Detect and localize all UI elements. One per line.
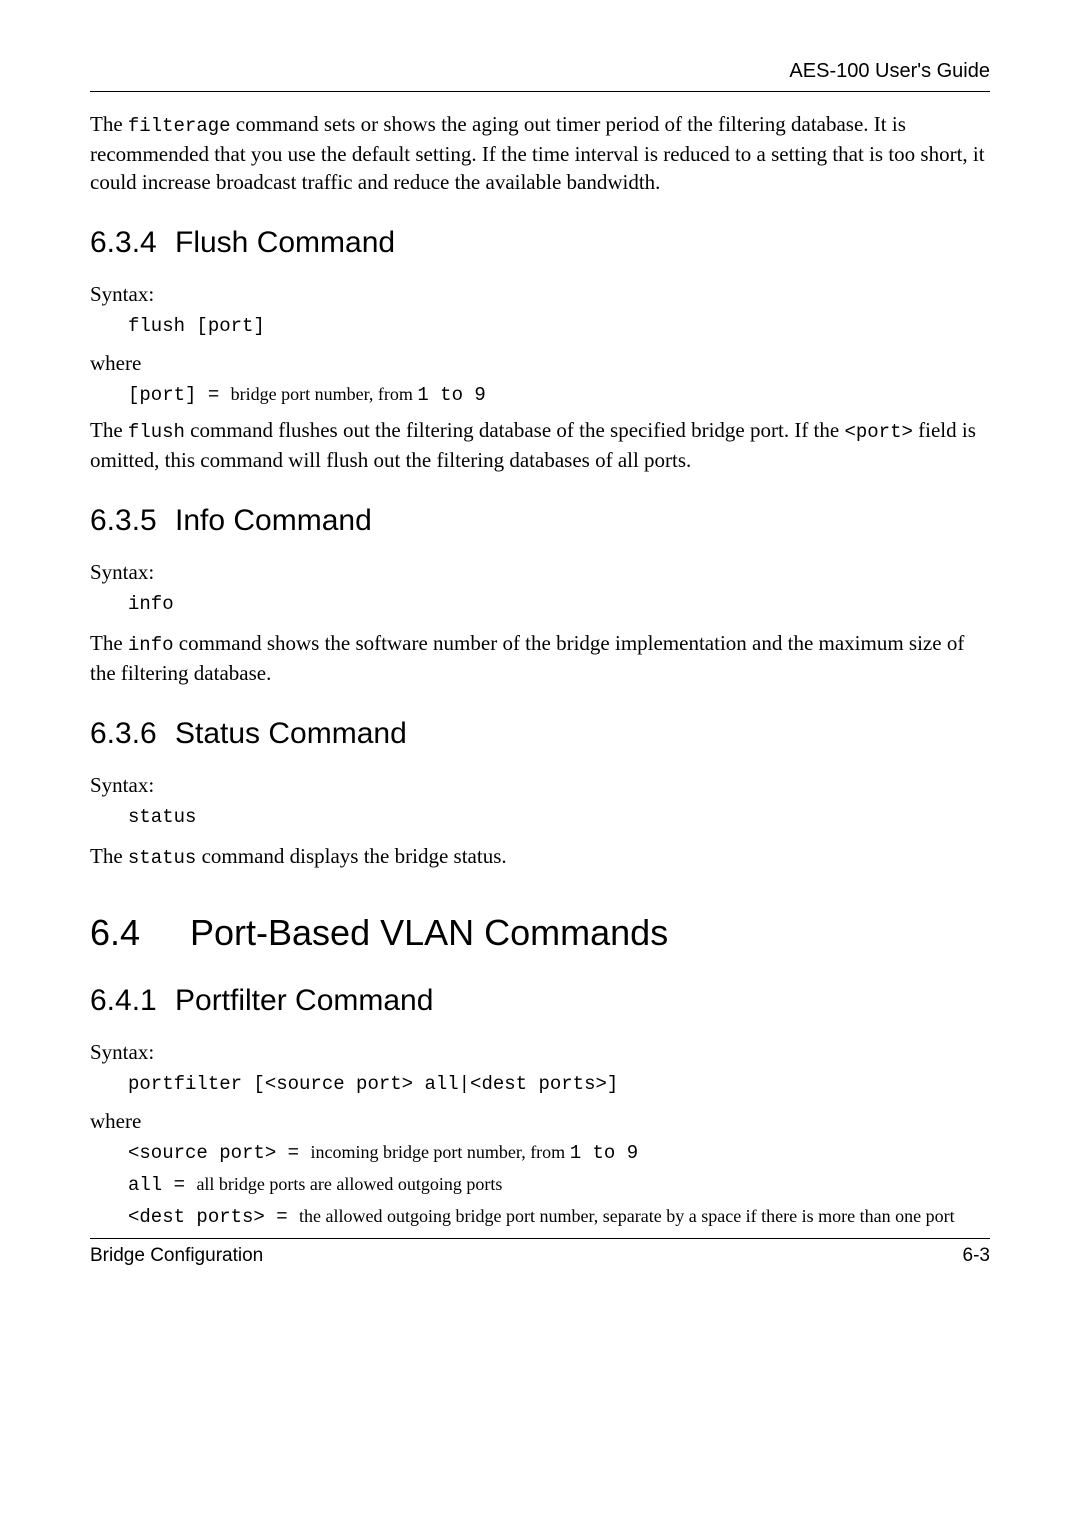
- code-filterage: filterage: [128, 115, 231, 137]
- text: The: [90, 112, 128, 136]
- heading-port-based-vlan: 6.4Port-Based VLAN Commands: [90, 912, 990, 954]
- eq: =: [196, 384, 230, 406]
- footer-left: Bridge Configuration: [90, 1245, 263, 1267]
- def-range: 1 to 9: [417, 384, 485, 406]
- code-flush: flush [port]: [128, 315, 990, 337]
- section-number: 6.3.4: [90, 226, 175, 260]
- text: The: [90, 418, 128, 442]
- where-label: where: [90, 1109, 990, 1134]
- section-number: 6.3.5: [90, 504, 175, 538]
- eq: =: [276, 1142, 310, 1164]
- text: command shows the software number of the…: [90, 631, 964, 685]
- status-description: The status command displays the bridge s…: [90, 842, 990, 872]
- section-title: Flush Command: [175, 226, 395, 259]
- header-rule: [90, 91, 990, 92]
- section-number: 6.4.1: [90, 984, 175, 1018]
- page-footer: Bridge Configuration 6-3: [90, 1245, 990, 1267]
- section-title: Status Command: [175, 717, 407, 750]
- def-dest-ports: <dest ports> = the allowed outgoing brid…: [128, 1206, 990, 1228]
- section-title: Info Command: [175, 504, 372, 537]
- def-range: 1 to 9: [570, 1142, 638, 1164]
- section-title: Portfilter Command: [175, 984, 433, 1017]
- def-port: [port] = bridge port number, from 1 to 9: [128, 384, 990, 406]
- def-all: all = all bridge ports are allowed outgo…: [128, 1174, 990, 1196]
- section-number: 6.4: [90, 912, 190, 954]
- section-title: Port-Based VLAN Commands: [190, 912, 668, 953]
- page-header: AES-100 User's Guide: [90, 60, 990, 83]
- heading-status-command: 6.3.6Status Command: [90, 717, 990, 751]
- def-code: [port]: [128, 384, 196, 406]
- code-status-inline: status: [128, 847, 196, 869]
- text: command flushes out the filtering databa…: [185, 418, 845, 442]
- def-source-port: <source port> = incoming bridge port num…: [128, 1142, 990, 1164]
- def-text: all bridge ports are allowed outgoing po…: [196, 1174, 502, 1194]
- code-port-inline: <port>: [844, 421, 912, 443]
- footer-right: 6-3: [963, 1245, 990, 1267]
- def-code: all: [128, 1174, 162, 1196]
- def-text: incoming bridge port number, from: [310, 1142, 569, 1162]
- heading-info-command: 6.3.5Info Command: [90, 504, 990, 538]
- def-text: the allowed outgoing bridge port number,…: [299, 1206, 955, 1226]
- code-info-inline: info: [128, 634, 174, 656]
- eq: =: [265, 1206, 299, 1228]
- heading-portfilter-command: 6.4.1Portfilter Command: [90, 984, 990, 1018]
- eq: =: [162, 1174, 196, 1196]
- syntax-label: Syntax:: [90, 560, 990, 585]
- code-status: status: [128, 806, 990, 828]
- def-code: <dest ports>: [128, 1206, 265, 1228]
- text: command displays the bridge status.: [196, 844, 506, 868]
- def-code: <source port>: [128, 1142, 276, 1164]
- def-text: bridge port number, from: [231, 384, 418, 404]
- info-description: The info command shows the software numb…: [90, 629, 990, 687]
- text: The: [90, 844, 128, 868]
- syntax-label: Syntax:: [90, 1040, 990, 1065]
- text: The: [90, 631, 128, 655]
- syntax-label: Syntax:: [90, 773, 990, 798]
- intro-paragraph: The filterage command sets or shows the …: [90, 110, 990, 196]
- code-portfilter: portfilter [<source port> all|<dest port…: [128, 1073, 990, 1095]
- heading-flush-command: 6.3.4Flush Command: [90, 226, 990, 260]
- footer-rule: [90, 1238, 990, 1239]
- code-info: info: [128, 593, 990, 615]
- section-number: 6.3.6: [90, 717, 175, 751]
- where-label: where: [90, 351, 990, 376]
- syntax-label: Syntax:: [90, 282, 990, 307]
- flush-description: The flush command flushes out the filter…: [90, 416, 990, 474]
- code-flush-inline: flush: [128, 421, 185, 443]
